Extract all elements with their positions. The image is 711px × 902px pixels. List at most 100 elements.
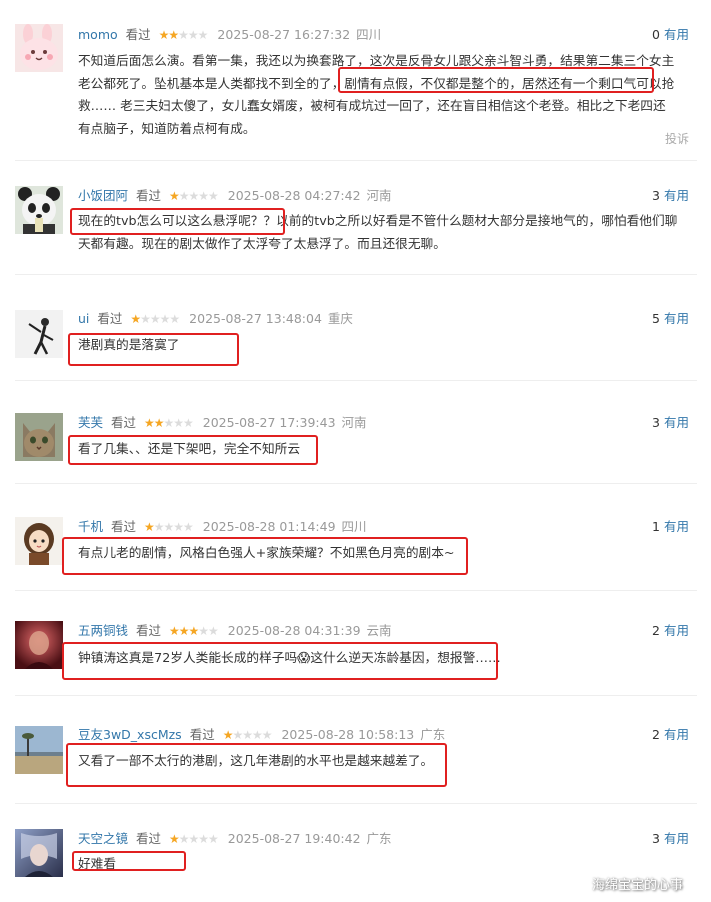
rating-stars: ★★★★★ xyxy=(144,517,194,537)
star-icon: ★★ xyxy=(158,28,179,42)
username-link[interactable]: 五两铜钱 xyxy=(78,623,128,638)
comment-time: 2025-08-28 04:31:39 xyxy=(227,623,361,638)
star-icon: ★ xyxy=(169,189,180,203)
star-icon: ★★ xyxy=(198,624,218,638)
star-icon: ★ xyxy=(144,520,155,534)
username-link[interactable]: 天空之镜 xyxy=(78,831,128,846)
report-link[interactable]: 投诉 xyxy=(665,130,689,147)
comment-location: 河南 xyxy=(341,415,367,430)
highlight-box xyxy=(66,743,447,787)
username-link[interactable]: ui xyxy=(78,311,89,326)
useful-vote[interactable]: 1 有用 xyxy=(652,517,689,537)
useful-button[interactable]: 有用 xyxy=(664,831,689,846)
useful-vote[interactable]: 3 有用 xyxy=(652,186,689,206)
username-link[interactable]: momo xyxy=(78,27,118,42)
highlight-box xyxy=(62,537,468,575)
highlight-box xyxy=(338,67,654,93)
comment-meta: 小饭团阿 看过 ★★★★★ 2025-08-28 04:27:42 河南 xyxy=(78,186,392,206)
comment-location: 四川 xyxy=(341,519,367,534)
useful-count: 0 xyxy=(652,27,660,42)
red-portrait-avatar[interactable] xyxy=(15,621,63,669)
divider xyxy=(15,160,697,161)
useful-button[interactable]: 有用 xyxy=(664,519,689,534)
comment-location: 河南 xyxy=(366,188,392,203)
watched-label: 看过 xyxy=(136,188,162,203)
comment-location: 重庆 xyxy=(327,311,353,326)
useful-vote[interactable]: 5 有用 xyxy=(652,309,689,329)
username-link[interactable]: 豆友3wD_xscMzs xyxy=(78,727,182,742)
useful-vote[interactable]: 3 有用 xyxy=(652,829,689,849)
useful-count: 1 xyxy=(652,519,660,534)
rating-stars: ★★★★★ xyxy=(158,25,209,45)
star-icon: ★★★ xyxy=(169,624,199,638)
star-icon: ★★★★ xyxy=(140,312,180,326)
comment-time: 2025-08-27 16:27:32 xyxy=(217,27,351,42)
cat-avatar[interactable] xyxy=(15,413,63,461)
watched-label: 看过 xyxy=(97,311,123,326)
highlight-box xyxy=(72,851,186,871)
useful-button[interactable]: 有用 xyxy=(664,623,689,638)
username-link[interactable]: 小饭团阿 xyxy=(78,188,128,203)
star-icon: ★★★★ xyxy=(178,189,219,203)
comment-meta: momo 看过 ★★★★★ 2025-08-27 16:27:32 四川 xyxy=(78,25,381,45)
useful-count: 3 xyxy=(652,831,660,846)
useful-vote[interactable]: 2 有用 xyxy=(652,621,689,641)
useful-count: 5 xyxy=(652,311,660,326)
panda-avatar[interactable] xyxy=(15,186,63,234)
comment-meta: 芙芙 看过 ★★★★★ 2025-08-27 17:39:43 河南 xyxy=(78,413,367,433)
useful-button[interactable]: 有用 xyxy=(664,27,689,42)
comment-line: 有点脑子，知道防着点柯有成。 xyxy=(78,120,256,136)
star-icon: ★ xyxy=(169,832,180,846)
star-icon: ★ xyxy=(222,728,234,742)
comment-line: 天都有趣。现在的剧太做作了太浮夸了太悬浮了。而且还很无聊。 xyxy=(78,235,446,251)
useful-vote[interactable]: 2 有用 xyxy=(652,725,689,745)
username-link[interactable]: 芙芙 xyxy=(78,415,103,430)
watched-label: 看过 xyxy=(111,519,137,534)
landscape-avatar[interactable] xyxy=(15,726,63,774)
useful-count: 3 xyxy=(652,188,660,203)
useful-button[interactable]: 有用 xyxy=(664,311,689,326)
star-icon: ★★★ xyxy=(163,416,194,430)
comment-line: 救…… 老三夫妇太傻了，女儿蠢女婿废，被柯有成坑过一回了，还在盲目相信这个老登。… xyxy=(78,98,666,113)
divider xyxy=(15,590,697,591)
useful-button[interactable]: 有用 xyxy=(664,415,689,430)
username-link[interactable]: 千机 xyxy=(78,519,103,534)
highlight-box xyxy=(62,642,498,680)
comment-meta: 豆友3wD_xscMzs 看过 ★★★★★ 2025-08-28 10:58:1… xyxy=(78,725,445,745)
divider xyxy=(15,483,697,484)
useful-button[interactable]: 有用 xyxy=(664,188,689,203)
comment-meta: 千机 看过 ★★★★★ 2025-08-28 01:14:49 四川 xyxy=(78,517,367,537)
highlight-box xyxy=(70,208,285,235)
useful-count: 2 xyxy=(652,623,660,638)
comment-location: 广东 xyxy=(366,831,392,846)
star-icon: ★★★★ xyxy=(153,520,194,534)
watched-label: 看过 xyxy=(189,727,215,742)
watched-label: 看过 xyxy=(136,623,162,638)
watermark: 海绵宝宝的心事 xyxy=(592,878,684,893)
useful-count: 3 xyxy=(652,415,660,430)
anime-portrait-avatar[interactable] xyxy=(15,829,63,877)
girl-cartoon-avatar[interactable] xyxy=(15,517,63,565)
watched-label: 看过 xyxy=(125,27,151,42)
comment-location: 广东 xyxy=(420,727,446,742)
divider xyxy=(15,274,697,275)
star-icon: ★★★★ xyxy=(232,728,272,742)
comment-text: 不知道后面怎么演。看第一集，我还以为换套路了，这次是反骨女儿跟父亲斗智斗勇，结果… xyxy=(78,50,690,140)
comment-location: 四川 xyxy=(356,27,382,42)
comment-time: 2025-08-27 13:48:04 xyxy=(189,311,322,326)
comment-meta: 五两铜钱 看过 ★★★★★ 2025-08-28 04:31:39 云南 xyxy=(78,621,392,641)
useful-vote[interactable]: 0 有用 xyxy=(652,25,689,45)
rating-stars: ★★★★★ xyxy=(130,309,180,329)
rating-stars: ★★★★★ xyxy=(222,725,273,745)
rating-stars: ★★★★★ xyxy=(169,829,219,849)
watched-label: 看过 xyxy=(136,831,162,846)
star-icon: ★★★ xyxy=(178,28,208,42)
comment-time: 2025-08-28 04:27:42 xyxy=(227,188,361,203)
highlight-box xyxy=(68,435,318,465)
divider xyxy=(15,695,697,696)
useful-vote[interactable]: 3 有用 xyxy=(652,413,689,433)
comment-meta: 天空之镜 看过 ★★★★★ 2025-08-27 19:40:42 广东 xyxy=(78,829,392,849)
useful-button[interactable]: 有用 xyxy=(664,727,689,742)
pink-bunny-avatar[interactable] xyxy=(15,24,63,72)
dancer-avatar[interactable] xyxy=(15,310,63,358)
